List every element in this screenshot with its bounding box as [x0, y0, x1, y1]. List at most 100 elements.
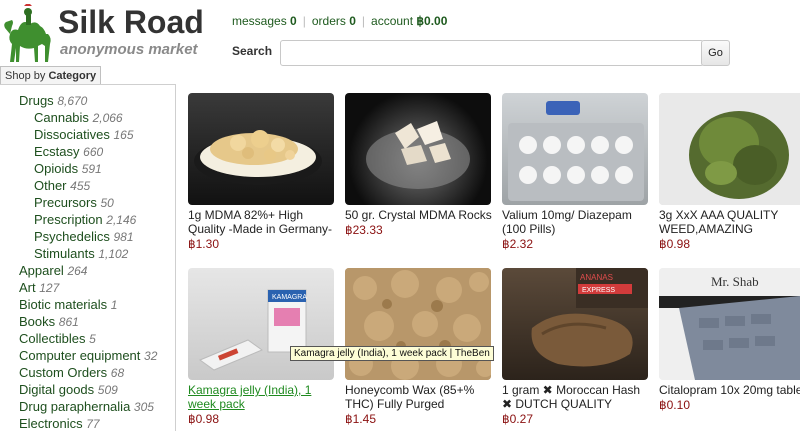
- category-label: Custom Orders: [19, 365, 108, 380]
- category-prescription[interactable]: Prescription 2,146: [34, 212, 136, 227]
- site-title[interactable]: Silk Road: [58, 4, 204, 41]
- product-card[interactable]: 1g MDMA 82%+ High Quality -Made in Germa…: [188, 93, 338, 251]
- product-image[interactable]: [188, 93, 334, 205]
- category-label: Other: [34, 178, 67, 193]
- site-subtitle: anonymous market: [60, 41, 198, 58]
- product-image[interactable]: [345, 268, 491, 380]
- product-card[interactable]: Mr. Shab Citalopram 10x 20mg table ฿0.10: [659, 268, 800, 412]
- category-computer-equipment[interactable]: Computer equipment 32: [19, 348, 157, 363]
- category-sidebar: Drugs 8,670 Cannabis 2,066 Dissociatives…: [0, 84, 176, 431]
- category-precursors[interactable]: Precursors 50: [34, 195, 114, 210]
- product-card[interactable]: 3g XxX AAA QUALITY WEED,AMAZING ฿0.98: [659, 93, 800, 251]
- category-count: 264: [67, 264, 88, 278]
- search-go-button[interactable]: Go: [701, 40, 730, 66]
- account-balance: ฿0.00: [416, 14, 448, 28]
- category-count: 32: [144, 349, 158, 363]
- category-label: Drug paraphernalia: [19, 399, 131, 414]
- product-price: ฿1.45: [345, 412, 376, 426]
- product-price: ฿23.33: [345, 223, 383, 237]
- category-collectibles[interactable]: Collectibles 5: [19, 331, 96, 346]
- category-count: 165: [113, 128, 134, 142]
- category-count: 1: [110, 298, 118, 312]
- product-image[interactable]: KAMAGRA: [188, 268, 334, 380]
- category-art[interactable]: Art 127: [19, 280, 59, 295]
- account-link[interactable]: account ฿0.00: [371, 14, 447, 28]
- product-title[interactable]: 1 gram ✖ Moroccan Hash ✖ DUTCH QUALITY: [502, 383, 652, 411]
- product-image[interactable]: Mr. Shab: [659, 268, 800, 380]
- category-label: Opioids: [34, 161, 79, 176]
- product-title[interactable]: 50 gr. Crystal MDMA Rocks: [345, 208, 495, 222]
- tab-bold: Category: [48, 70, 97, 82]
- category-label: Stimulants: [34, 246, 95, 261]
- category-label: Precursors: [34, 195, 97, 210]
- express-label: EXPRESS: [582, 287, 615, 294]
- category-cannabis[interactable]: Cannabis 2,066: [34, 110, 123, 125]
- category-count: 509: [97, 383, 118, 397]
- shop-by-category-tab[interactable]: Shop by Category: [0, 66, 102, 85]
- product-title[interactable]: Kamagra jelly (India), 1 week pack: [188, 383, 338, 411]
- camel-logo-icon[interactable]: [2, 4, 54, 66]
- hover-tooltip: Kamagra jelly (India), 1 week pack | The…: [290, 346, 494, 361]
- category-label: Digital goods: [19, 382, 95, 397]
- product-title[interactable]: Citalopram 10x 20mg table: [659, 383, 800, 397]
- search-label: Search: [232, 44, 273, 58]
- category-electronics[interactable]: Electronics 77: [19, 416, 100, 431]
- product-title[interactable]: 1g MDMA 82%+ High Quality -Made in Germa…: [188, 208, 338, 236]
- product-card[interactable]: Valium 10mg/ Diazepam (100 Pills) ฿2.32: [502, 93, 652, 251]
- nav-divider: |: [302, 14, 306, 28]
- category-stimulants[interactable]: Stimulants 1,102: [34, 246, 128, 261]
- category-custom-orders[interactable]: Custom Orders 68: [19, 365, 124, 380]
- messages-count: 0: [290, 14, 297, 28]
- category-count: 305: [133, 400, 154, 414]
- category-label: Prescription: [34, 212, 103, 227]
- category-psychedelics[interactable]: Psychedelics 981: [34, 229, 134, 244]
- product-price: ฿1.30: [188, 237, 219, 251]
- ananas-label: ANANAS: [580, 273, 613, 282]
- category-count: 127: [39, 281, 60, 295]
- category-dissociatives[interactable]: Dissociatives 165: [34, 127, 134, 142]
- orders-label: orders: [311, 14, 346, 28]
- category-count: 591: [81, 162, 102, 176]
- category-drug-paraphernalia[interactable]: Drug paraphernalia 305: [19, 399, 154, 414]
- category-ecstasy[interactable]: Ecstasy 660: [34, 144, 103, 159]
- messages-link[interactable]: messages 0: [232, 14, 297, 28]
- category-label: Electronics: [19, 416, 83, 431]
- product-card[interactable]: 50 gr. Crystal MDMA Rocks ฿23.33: [345, 93, 495, 237]
- category-label: Apparel: [19, 263, 64, 278]
- product-image[interactable]: [502, 93, 648, 205]
- category-count: 455: [70, 179, 91, 193]
- category-books[interactable]: Books 861: [19, 314, 79, 329]
- category-count: 77: [86, 417, 100, 431]
- category-other[interactable]: Other 455: [34, 178, 90, 193]
- product-image[interactable]: ANANAS EXPRESS: [502, 268, 648, 380]
- product-image[interactable]: [659, 93, 800, 205]
- brand-text: Mr. Shab: [711, 274, 759, 289]
- category-label: Cannabis: [34, 110, 89, 125]
- category-label: Dissociatives: [34, 127, 110, 142]
- category-count: 660: [83, 145, 104, 159]
- product-card[interactable]: ANANAS EXPRESS 1 gram ✖ Moroccan Hash ✖ …: [502, 268, 652, 426]
- product-price: ฿0.27: [502, 412, 533, 426]
- search-input[interactable]: [280, 40, 704, 66]
- product-price: ฿0.98: [188, 412, 219, 426]
- category-count: 68: [110, 366, 125, 380]
- site-header: Silk Road anonymous market messages 0 | or…: [0, 0, 800, 70]
- category-label: Art: [19, 280, 36, 295]
- product-image[interactable]: [345, 93, 491, 205]
- category-digital-goods[interactable]: Digital goods 509: [19, 382, 118, 397]
- category-count: 5: [89, 332, 96, 346]
- category-drugs[interactable]: Drugs 8,670: [19, 93, 87, 108]
- category-apparel[interactable]: Apparel 264: [19, 263, 87, 278]
- product-title[interactable]: Valium 10mg/ Diazepam (100 Pills): [502, 208, 652, 236]
- orders-link[interactable]: orders 0: [312, 14, 356, 28]
- product-price: ฿0.98: [659, 237, 690, 251]
- messages-label: messages: [232, 14, 287, 28]
- product-title[interactable]: Honeycomb Wax (85+% THC) Fully Purged: [345, 383, 495, 411]
- category-label: Collectibles: [19, 331, 86, 346]
- category-label: Ecstasy: [34, 144, 80, 159]
- product-title[interactable]: 3g XxX AAA QUALITY WEED,AMAZING: [659, 208, 800, 236]
- category-biotic-materials[interactable]: Biotic materials 1: [19, 297, 117, 312]
- category-label: Books: [19, 314, 56, 329]
- category-label: Computer equipment: [19, 348, 141, 363]
- category-opioids[interactable]: Opioids 591: [34, 161, 102, 176]
